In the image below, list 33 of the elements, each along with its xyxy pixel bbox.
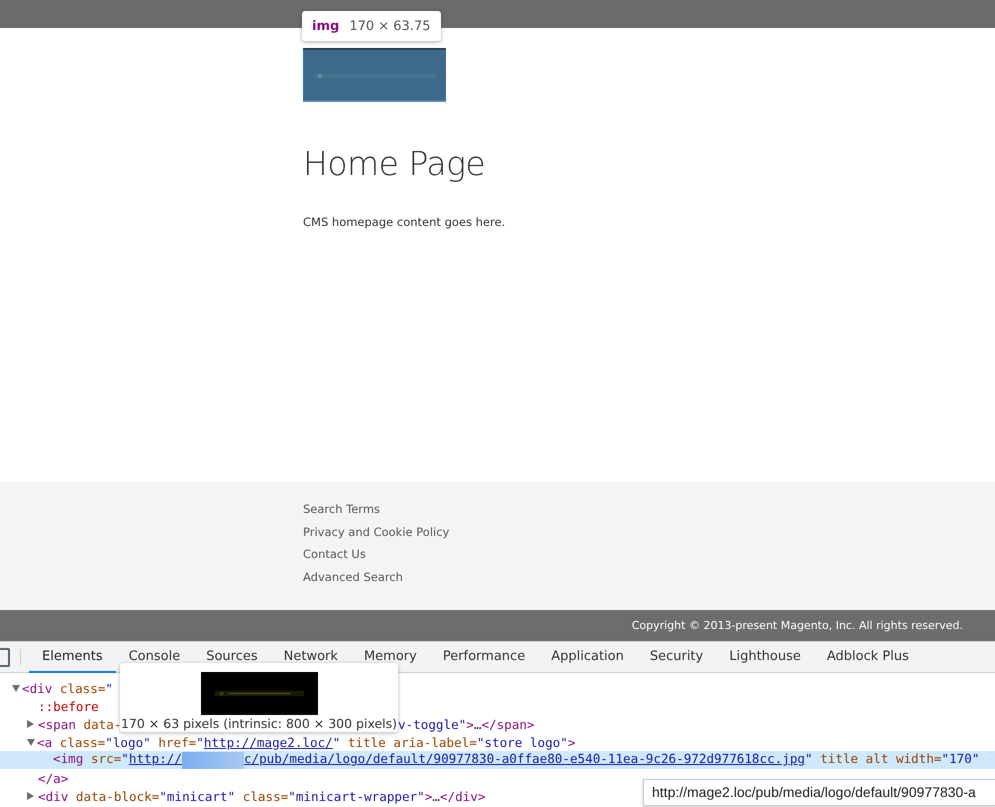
code-text: v-toggle">…</span> bbox=[398, 716, 535, 732]
devtools-tab[interactable]: Adblock Plus bbox=[814, 642, 922, 673]
expanded-arrow-icon[interactable] bbox=[12, 684, 20, 692]
devtools-tab[interactable]: Security bbox=[636, 642, 716, 673]
url-tooltip: http://mage2.loc/pub/media/logo/default/90977830-a bbox=[643, 779, 995, 806]
devtools-tab[interactable]: Memory bbox=[350, 642, 430, 673]
device-icon[interactable] bbox=[0, 648, 10, 666]
collapsed-arrow-icon[interactable] bbox=[27, 792, 34, 800]
element-size: 170 × 63.75 bbox=[349, 18, 430, 34]
footer-link[interactable]: Contact Us bbox=[303, 543, 366, 566]
devtools-tab[interactable]: Performance bbox=[430, 642, 538, 673]
footer-link[interactable]: Advanced Search bbox=[303, 566, 403, 588]
copyright-text: Copyright © 2013-present Magento, Inc. All rights reserved. bbox=[632, 619, 963, 632]
code-text: </a> bbox=[38, 770, 68, 786]
code-text: ::before bbox=[38, 698, 99, 714]
redaction-block bbox=[182, 752, 244, 769]
code-text: <div class=" bbox=[22, 680, 114, 696]
page-content: CMS homepage content goes here. bbox=[303, 215, 506, 229]
image-size-caption: 170 × 63 pixels (intrinsic: 800 × 300 pixels) bbox=[120, 716, 398, 731]
devtools-tab[interactable]: Application bbox=[538, 642, 637, 673]
devtools-tab[interactable]: Sources bbox=[193, 642, 271, 673]
devtools-tab[interactable]: Elements bbox=[29, 642, 116, 673]
devtools-tab[interactable]: Lighthouse bbox=[716, 642, 814, 673]
collapsed-arrow-icon[interactable] bbox=[27, 720, 34, 728]
element-tag: img bbox=[312, 18, 340, 34]
page-title: Home Page bbox=[303, 144, 486, 183]
code-text: <span data- bbox=[38, 716, 122, 732]
code-text: <a class="logo" href="http://mage2.loc/" title aria-label="store logo"> bbox=[37, 734, 576, 750]
footer-link[interactable]: Search Terms bbox=[303, 498, 380, 520]
code-text: <div data-block="minicart" class="minicart-wrapper">…</div> bbox=[38, 788, 486, 804]
footer-link[interactable]: Privacy and Cookie Policy bbox=[303, 520, 450, 543]
devtools-tab[interactable]: Console bbox=[116, 642, 194, 673]
devtools-tab[interactable]: Network bbox=[270, 642, 351, 673]
